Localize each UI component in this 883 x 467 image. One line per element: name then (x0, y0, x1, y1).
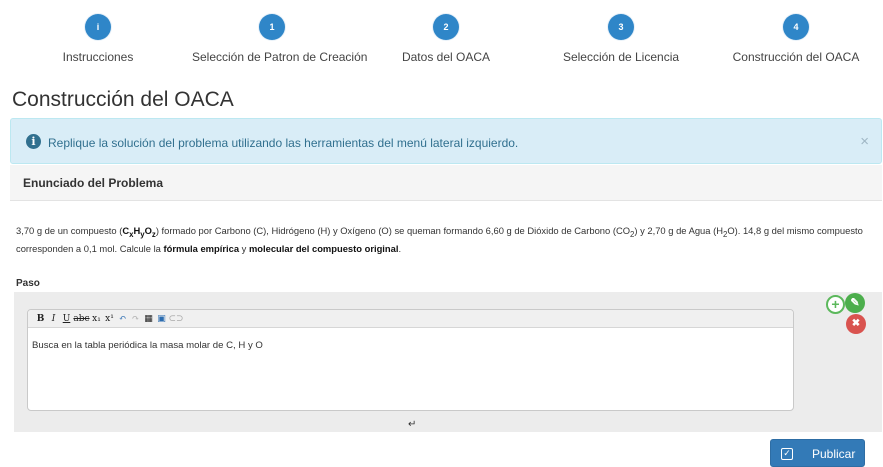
bold-icon[interactable]: B (34, 312, 47, 326)
close-icon[interactable]: × (860, 133, 869, 150)
step-label: Selección de Licencia (562, 50, 680, 64)
problem-heading-bar: Enunciado del Problema (10, 165, 882, 201)
formula-o: O (144, 225, 152, 236)
page-title: Construcción del OACA (12, 88, 234, 111)
wizard-steps: i Instrucciones 1 Selección de Patron de… (0, 0, 883, 75)
statement-bold: fórmula empírica (163, 242, 240, 254)
strikethrough-icon[interactable]: abc (73, 312, 90, 326)
subscript-icon[interactable]: x₁ (90, 312, 103, 326)
info-alert: i Replique la solución del problema util… (10, 118, 882, 164)
redo-icon[interactable]: ↷ (129, 312, 142, 326)
step-instrucciones[interactable]: i Instrucciones (18, 14, 178, 64)
italic-icon[interactable]: I (47, 312, 60, 326)
check-icon: ✓ (781, 448, 793, 460)
step-badge: i (85, 14, 111, 40)
statement-text: . (398, 242, 402, 254)
step-construccion[interactable]: 4 Construcción del OACA (716, 14, 876, 64)
edit-step-button[interactable]: ✎ (845, 293, 865, 313)
statement-bold: molecular del compuesto original (248, 242, 399, 254)
step-actions: + ✎ ✖ (826, 292, 870, 336)
step-datos[interactable]: 2 Datos del OACA (366, 14, 526, 64)
step-badge: 3 (608, 14, 634, 40)
editor-toolbar: B I U abc x₁ x¹ ↶ ↷ ▦ ▣ ⊂⊃ (28, 310, 793, 328)
statement-text: ) y 2,70 g de Agua (H (634, 225, 723, 236)
formula-compound: CxHyOz (122, 225, 156, 239)
add-step-button[interactable]: + (826, 295, 845, 314)
publish-button[interactable]: ✓ Publicar (770, 439, 865, 467)
resize-handle-icon[interactable]: ↵ (408, 419, 416, 430)
statement-text: 3,70 g de un compuesto ( (16, 225, 123, 236)
rich-text-editor[interactable]: B I U abc x₁ x¹ ↶ ↷ ▦ ▣ ⊂⊃ Busca en la t… (27, 309, 794, 411)
problem-heading: Enunciado del Problema (23, 176, 164, 190)
delete-step-button[interactable]: ✖ (846, 314, 866, 334)
paso-label: Paso (16, 278, 40, 289)
statement-text: y (239, 242, 249, 254)
publish-label: Publicar (812, 447, 856, 461)
step-badge: 2 (433, 14, 459, 40)
step-badge: 1 (259, 14, 285, 40)
step-label: Instrucciones (62, 50, 134, 64)
step-badge: 4 (783, 14, 809, 40)
editor-content[interactable]: Busca en la tabla periódica la masa mola… (28, 328, 793, 363)
step-patron[interactable]: 1 Selección de Patron de Creación (192, 14, 368, 64)
problem-statement: 3,70 g de un compuesto (CxHyOz) formado … (16, 224, 871, 256)
step-label: Selección de Patron de Creación (192, 50, 368, 64)
alert-text: Replique la solución del problema utiliz… (48, 136, 519, 150)
step-label: Datos del OACA (401, 50, 491, 64)
step-licencia[interactable]: 3 Selección de Licencia (541, 14, 701, 64)
undo-icon[interactable]: ↶ (116, 312, 129, 326)
statement-text: ) formado por Carbono (C), Hidrógeno (H)… (155, 225, 631, 236)
info-icon: i (26, 134, 41, 149)
superscript-icon[interactable]: x¹ (103, 312, 116, 326)
underline-icon[interactable]: U (60, 312, 73, 326)
link-icon[interactable]: ⊂⊃ (168, 312, 184, 326)
step-label: Construcción del OACA (732, 50, 860, 64)
table-icon[interactable]: ▦ (142, 312, 155, 326)
image-icon[interactable]: ▣ (155, 312, 168, 326)
